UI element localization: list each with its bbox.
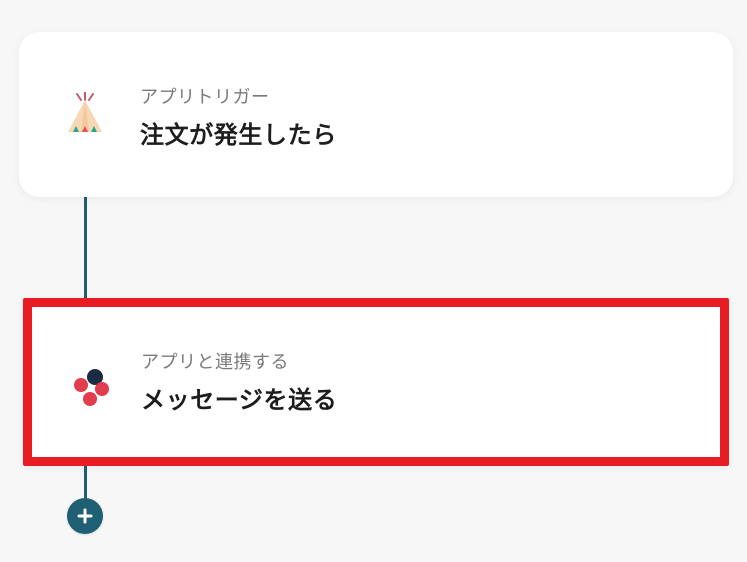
- plus-icon: [77, 508, 93, 524]
- chatwork-icon: [67, 363, 117, 413]
- action-title: メッセージを送る: [141, 386, 338, 414]
- add-step-button[interactable]: [67, 498, 103, 534]
- flow-connector-top: [84, 196, 87, 299]
- action-subtitle: アプリと連携する: [141, 352, 289, 373]
- flow-connector-bottom: [84, 464, 87, 500]
- teepee-icon: [60, 90, 110, 140]
- trigger-subtitle: アプリトリガー: [140, 87, 270, 108]
- workflow-canvas: アプリトリガー 注文が発生したら アプリと連携する メッセージを送る: [0, 0, 747, 562]
- trigger-step-card[interactable]: アプリトリガー 注文が発生したら: [19, 32, 733, 197]
- action-step-card[interactable]: アプリと連携する メッセージを送る: [23, 298, 729, 466]
- trigger-title: 注文が発生したら: [140, 121, 337, 149]
